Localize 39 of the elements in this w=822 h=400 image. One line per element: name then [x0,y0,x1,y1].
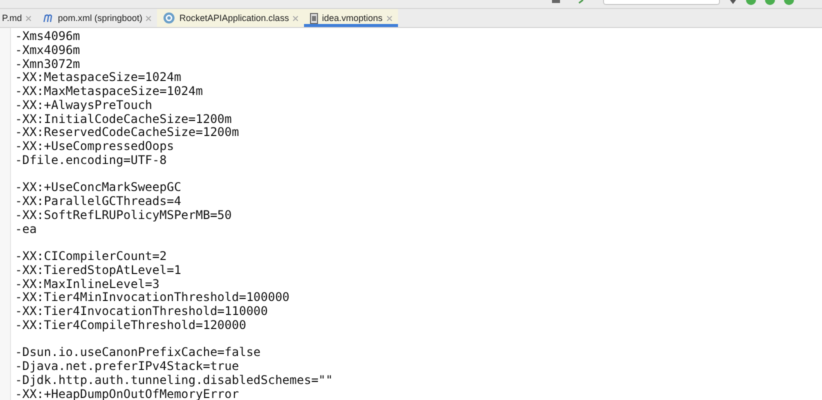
code-line: -XX:ParallelGCThreads=4 [15,195,182,209]
coverage-icon[interactable] [784,0,794,5]
code-line: -Djdk.http.auth.tunneling.disabledSchemes="" [15,374,333,388]
file-icon [310,12,318,24]
code-line: -XX:MaxInlineLevel=3 [15,278,160,292]
code-line: -XX:Tier4InvocationThreshold=110000 [15,305,269,319]
debug-icon[interactable] [746,0,756,5]
editor-tab[interactable]: idea.vmoptions [304,9,398,27]
code-line: -XX:+AlwaysPreTouch [15,98,154,112]
code-line: -XX:Tier4MinInvocationThreshold=100000 [15,291,291,305]
code-line: -Dfile.encoding=UTF-8 [15,154,168,168]
code-line: -XX:SoftRefLRUPolicyMSPerMB=50 [15,208,233,222]
profile-icon[interactable] [765,0,775,5]
code-line: -XX:+UseCompressedOops [15,140,175,154]
maven-icon [42,14,54,22]
close-icon[interactable] [292,16,298,20]
code-line: -Xmx4096m [15,44,82,58]
code-line: -Dsun.io.useCanonPrefixCache=false [15,346,262,360]
code-line: -XX:+HeapDumpOnOutOfMemoryError [15,388,239,400]
close-icon[interactable] [386,16,392,20]
editor-tab[interactable]: P.md [0,9,37,27]
code-line: -XX:+UseConcMarkSweepGC [15,181,182,195]
run-icon[interactable] [730,0,736,5]
class-icon [163,12,176,24]
code-line: -XX:TieredStopAtLevel=1 [15,264,182,278]
code-line: -Xms4096m [15,30,82,44]
code-line: -Djava.net.preferIPv4Stack=true [15,360,240,374]
editor-tab[interactable]: pom.xml (springboot) [36,9,158,27]
close-icon[interactable] [146,16,152,20]
code-line: -XX:Tier4CompileThreshold=120000 [15,318,248,332]
code-line: -XX:MetaspaceSize=1024m [15,71,182,85]
close-icon[interactable] [26,16,31,20]
code-line: -XX:CICompilerCount=2 [15,250,168,264]
code-line: -XX:MaxMetaspaceSize=1024m [15,85,204,99]
code-line: -Xmn3072m [15,58,82,72]
editor-tab[interactable]: RocketAPIApplication.class [157,9,304,27]
code-line: -ea [15,222,38,236]
code-line: -XX:InitialCodeCacheSize=1200m [15,112,233,126]
code-line: -XX:ReservedCodeCacheSize=1200m [15,126,240,140]
